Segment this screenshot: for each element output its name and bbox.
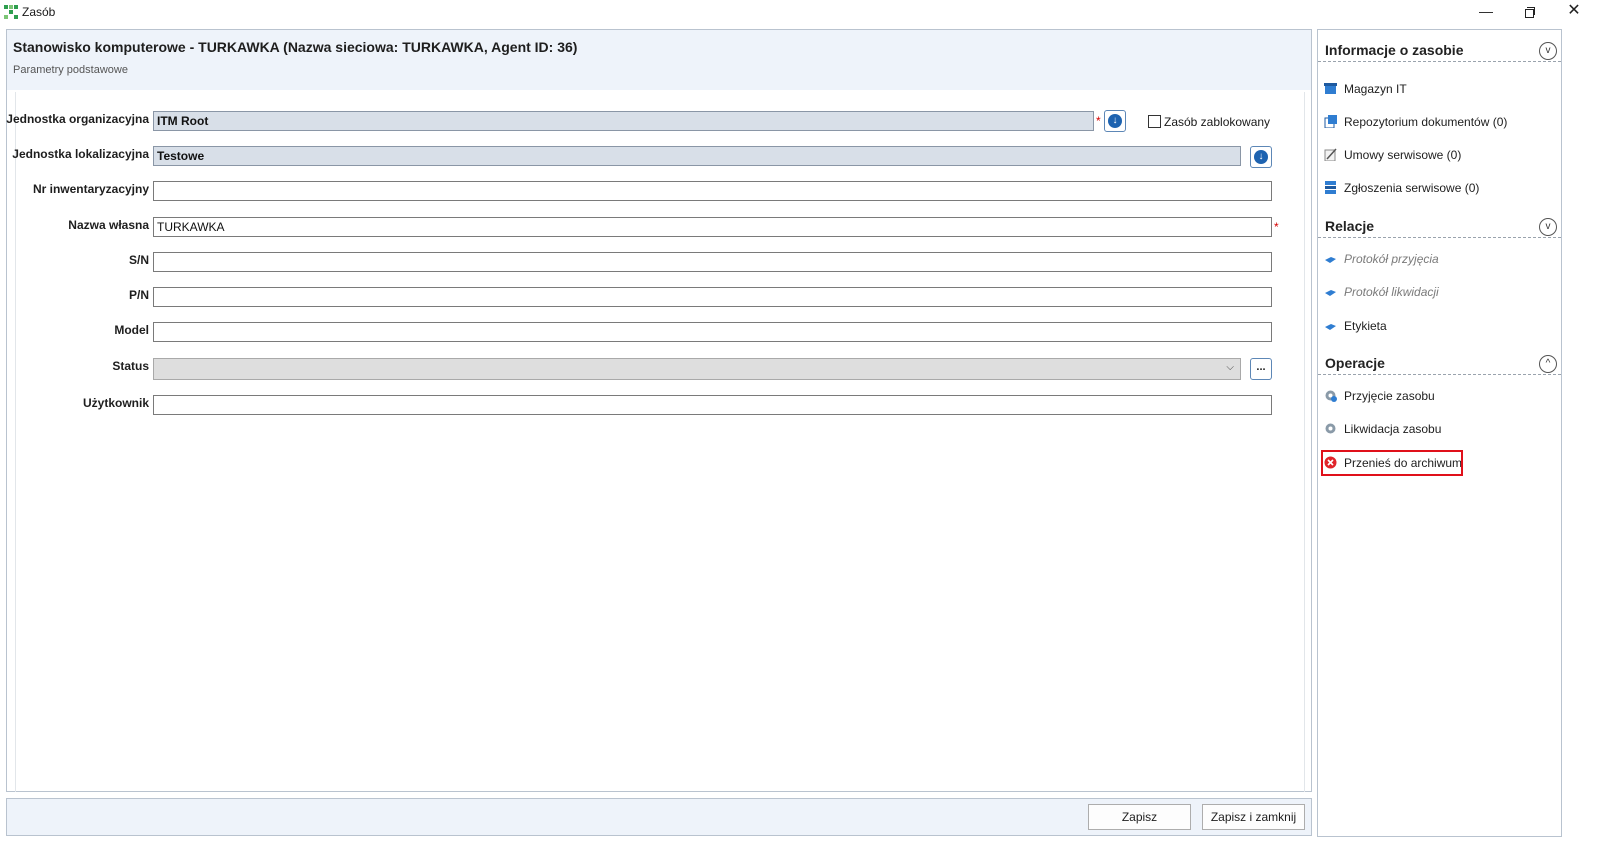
collapse-icon[interactable]: v [1539, 42, 1557, 60]
restore-button[interactable] [1508, 0, 1552, 22]
protocol-icon [1325, 290, 1336, 296]
org-unit-pick-button[interactable]: ↓ [1104, 110, 1126, 132]
section-info-title: Informacje o zasobie [1325, 42, 1464, 58]
section-relations-title: Relacje [1325, 218, 1375, 234]
side-panel: Informacje o zasobie v Magazyn IT Repozy… [1317, 29, 1562, 837]
page-subtitle: Parametry podstawowe [13, 64, 128, 76]
save-button[interactable]: Zapisz [1088, 804, 1191, 830]
locked-checkbox-label: Zasób zablokowany [1164, 115, 1271, 129]
page-header: Stanowisko komputerowe - TURKAWKA (Nazwa… [7, 30, 1311, 90]
documents-icon [1324, 115, 1337, 128]
section-info-header[interactable]: Informacje o zasobie v [1318, 34, 1561, 62]
inventory-no-field[interactable] [153, 181, 1272, 201]
model-field[interactable] [153, 322, 1272, 342]
org-unit-label: Jednostka organizacyjna [6, 112, 149, 126]
warehouse-icon [1324, 83, 1337, 94]
loc-unit-label: Jednostka lokalizacyjna [12, 147, 149, 161]
own-name-label: Nazwa własna [68, 218, 149, 232]
section-relations-header[interactable]: Relacje v [1318, 210, 1561, 238]
main-panel: Stanowisko komputerowe - TURKAWKA (Nazwa… [6, 29, 1312, 792]
chevron-down-icon: ⌵ [1226, 362, 1234, 373]
contract-icon [1324, 148, 1337, 161]
sn-field[interactable] [153, 252, 1272, 272]
user-label: Użytkownik [82, 396, 149, 410]
user-field[interactable] [153, 395, 1272, 415]
gear-icon [1325, 390, 1337, 402]
minimize-button[interactable]: — [1464, 0, 1508, 22]
arrow-down-circle-icon: ↓ [1254, 150, 1268, 164]
restore-icon [1525, 7, 1535, 19]
required-marker: * [1274, 220, 1279, 234]
status-select[interactable]: ⌵ [153, 358, 1241, 380]
highlight-frame [1321, 450, 1463, 476]
page-title: Stanowisko komputerowe - TURKAWKA (Nazwa… [13, 39, 578, 55]
status-browse-button[interactable]: ... [1250, 358, 1272, 380]
model-label: Model [114, 323, 149, 337]
arrow-down-circle-icon: ↓ [1108, 114, 1122, 128]
pn-label: P/N [128, 288, 149, 302]
sn-label: S/N [128, 253, 149, 267]
own-name-field[interactable]: TURKAWKA [153, 217, 1272, 237]
window-title: Zasób [22, 5, 56, 19]
collapse-icon[interactable]: v [1539, 218, 1557, 236]
inventory-no-label: Nr inwentaryzacyjny [32, 182, 149, 196]
locked-checkbox[interactable] [1148, 115, 1161, 128]
loc-unit-pick-button[interactable]: ↓ [1250, 146, 1272, 168]
label-icon [1325, 324, 1336, 330]
save-and-close-button[interactable]: Zapisz i zamknij [1202, 804, 1305, 830]
close-button[interactable]: ✕ [1552, 0, 1596, 22]
protocol-icon [1325, 257, 1336, 263]
ticket-icon [1325, 181, 1336, 194]
section-operations-title: Operacje [1325, 355, 1385, 371]
expand-icon[interactable]: ^ [1539, 355, 1557, 373]
footer-bar: Zapisz Zapisz i zamknij [6, 798, 1312, 836]
section-operations-header[interactable]: Operacje ^ [1318, 347, 1561, 375]
required-marker: * [1096, 114, 1101, 128]
org-unit-field[interactable]: ITM Root [153, 111, 1094, 131]
status-label: Status [112, 359, 149, 373]
pn-field[interactable] [153, 287, 1272, 307]
loc-unit-field[interactable]: Testowe [153, 146, 1241, 166]
app-logo-icon [4, 5, 18, 19]
title-bar: Zasób — ✕ [0, 0, 1600, 24]
gear-icon [1325, 423, 1336, 434]
